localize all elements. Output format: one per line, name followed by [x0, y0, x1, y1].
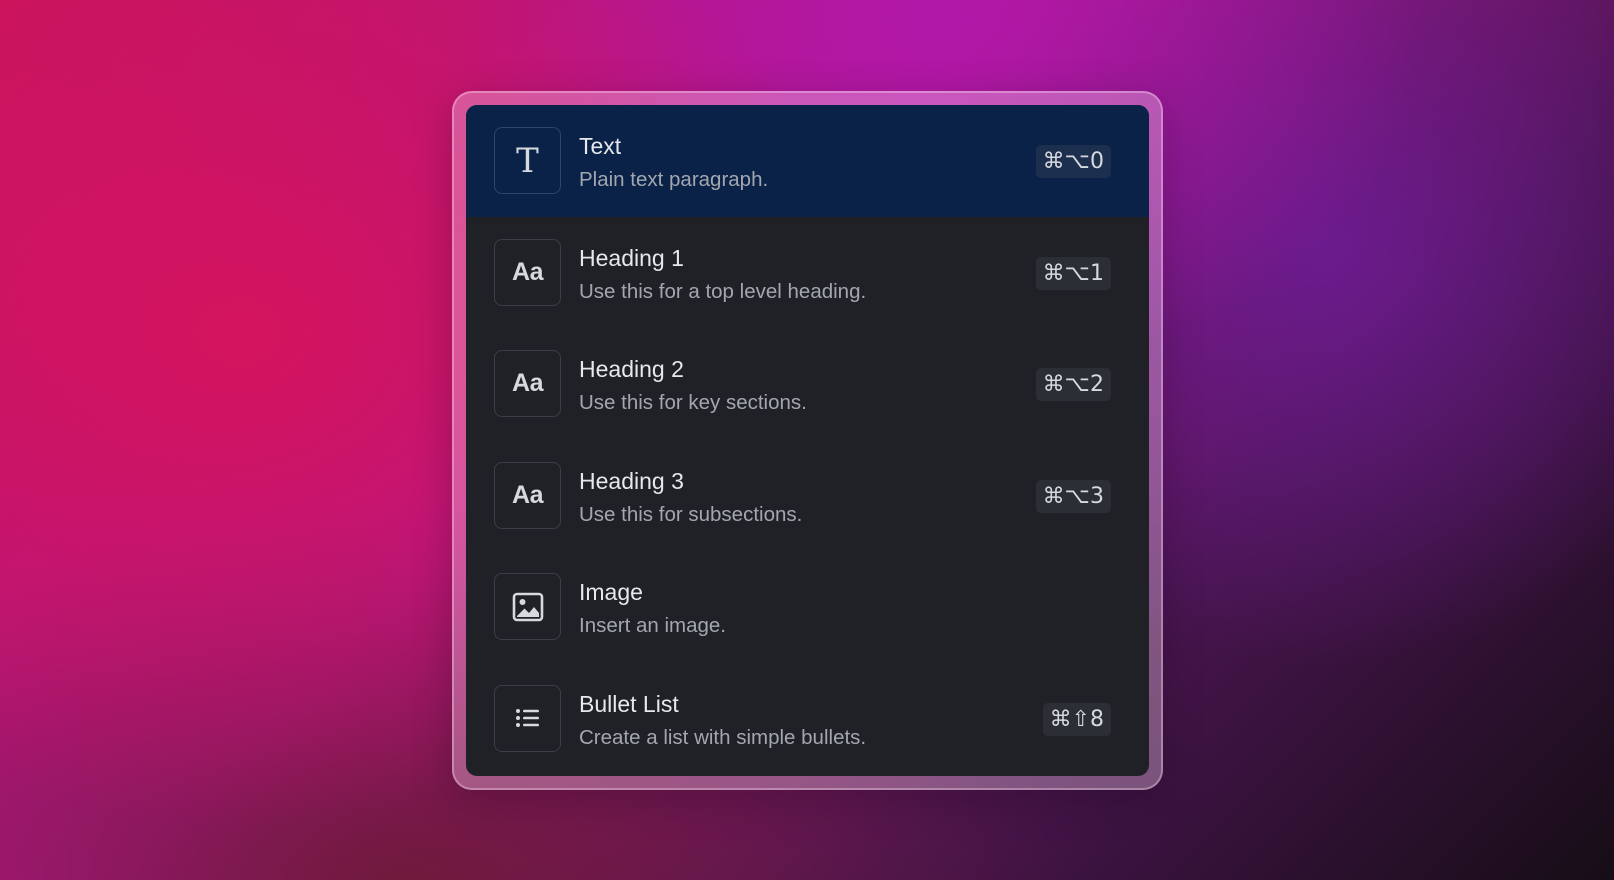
menu-item-heading-1[interactable]: Aa Heading 1 Use this for a top level he…	[466, 217, 1149, 329]
heading-icon: Aa	[494, 350, 561, 417]
menu-item-title: Heading 2	[579, 356, 684, 382]
block-type-menu: T Text Plain text paragraph. ⌘⌥0 Aa Head…	[466, 105, 1149, 776]
bullet-list-icon-svg	[515, 709, 539, 727]
keyboard-shortcut: ⌘⌥2	[1035, 368, 1111, 401]
menu-item-description: Use this for subsections.	[579, 502, 803, 526]
image-icon-svg	[512, 592, 543, 621]
menu-item-title: Bullet List	[579, 690, 679, 717]
text-icon: T	[494, 127, 561, 194]
menu-item-description: Create a list with simple bullets.	[579, 725, 867, 749]
menu-item-title: Image	[579, 579, 643, 605]
bullet-list-icon	[494, 684, 561, 752]
menu-item-text[interactable]: T Text Plain text paragraph. ⌘⌥0	[466, 105, 1149, 217]
image-icon	[494, 573, 561, 640]
keyboard-shortcut: ⌘⇧8	[1042, 702, 1111, 736]
menu-item-description: Use this for a top level heading.	[579, 279, 867, 303]
menu-item-description: Use this for key sections.	[579, 391, 807, 414]
heading-icon: Aa	[494, 238, 561, 306]
heading-icon: Aa	[494, 461, 561, 529]
menu-item-heading-2[interactable]: Aa Heading 2 Use this for key sections. …	[466, 328, 1149, 440]
menu-item-title: Heading 3	[579, 467, 684, 494]
menu-item-description: Plain text paragraph.	[579, 168, 769, 191]
menu-item-heading-3[interactable]: Aa Heading 3 Use this for subsections. ⌘…	[466, 440, 1149, 552]
keyboard-shortcut: ⌘⌥3	[1035, 479, 1111, 513]
heading-icon-glyph: Aa	[512, 480, 543, 509]
menu-item-image[interactable]: Image Insert an image.	[466, 551, 1149, 663]
keyboard-shortcut: ⌘⌥0	[1035, 145, 1111, 178]
heading-icon-glyph: Aa	[512, 257, 543, 286]
menu-item-bullet-list[interactable]: Bullet List Create a list with simple bu…	[466, 663, 1149, 775]
text-icon-glyph: T	[516, 140, 539, 181]
menu-item-description: Insert an image.	[579, 614, 726, 637]
menu-item-title: Text	[579, 133, 622, 159]
menu-item-title: Heading 1	[579, 244, 684, 271]
block-menu-frame: T Text Plain text paragraph. ⌘⌥0 Aa Head…	[452, 91, 1163, 790]
heading-icon-glyph: Aa	[512, 369, 543, 397]
keyboard-shortcut: ⌘⌥1	[1035, 256, 1111, 290]
